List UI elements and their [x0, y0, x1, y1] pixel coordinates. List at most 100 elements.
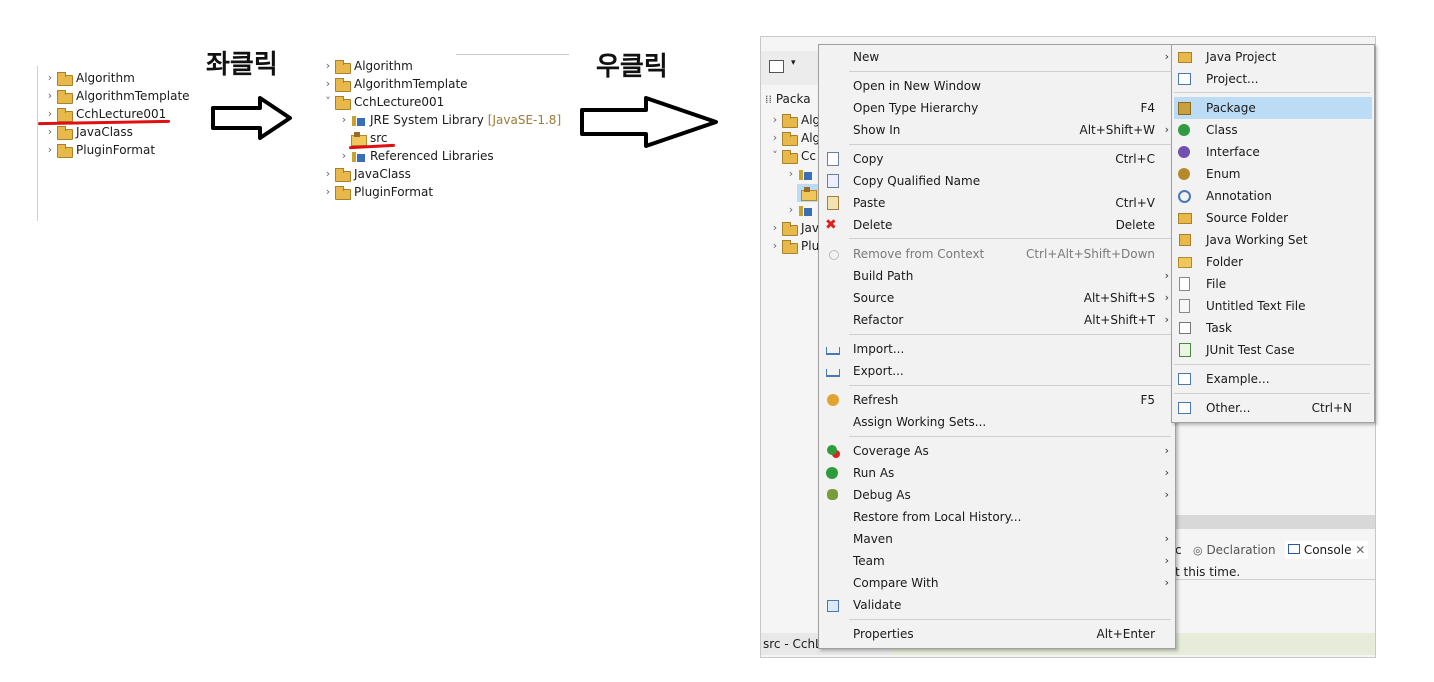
submenu-item-java-working-set[interactable]: Java Working Set	[1174, 229, 1372, 251]
class-icon	[1178, 124, 1190, 136]
submenu-item-package[interactable]: Package	[1174, 97, 1372, 119]
menu-item-properties[interactable]: Properties Alt+Enter	[819, 623, 1175, 645]
mid-tree-item-javaclass[interactable]: › JavaClass	[322, 165, 411, 183]
chevron-right-icon[interactable]: ›	[769, 237, 781, 255]
menu-item-copy[interactable]: Copy Ctrl+C	[819, 148, 1175, 170]
console-tab[interactable]: Console ✕	[1285, 541, 1369, 559]
eclipse-tree-item[interactable]: › Plu	[769, 237, 819, 255]
project-folder-icon	[56, 89, 73, 104]
panel-splitter[interactable]	[1175, 515, 1375, 529]
menu-item-source[interactable]: Source Alt+Shift+S ›	[819, 287, 1175, 309]
submenu-item-annotation[interactable]: Annotation	[1174, 185, 1372, 207]
left-tree-item-algorithm[interactable]: › Algorithm	[44, 69, 135, 87]
chevron-right-icon[interactable]: ›	[44, 69, 56, 87]
menu-item-open-type-hierarchy[interactable]: Open Type Hierarchy F4	[819, 97, 1175, 119]
menu-item-refactor[interactable]: Refactor Alt+Shift+T ›	[819, 309, 1175, 331]
menu-item-run-as[interactable]: Run As ›	[819, 462, 1175, 484]
menu-item-build-path[interactable]: Build Path ›	[819, 265, 1175, 287]
eclipse-tree-item[interactable]: › Alg	[769, 111, 820, 129]
delete-icon: ✖	[825, 217, 837, 233]
selected-src-item[interactable]	[797, 184, 819, 202]
declaration-tab[interactable]: ◎ Declaration	[1193, 541, 1276, 560]
menu-item-export[interactable]: Export...	[819, 360, 1175, 382]
chevron-right-icon[interactable]: ›	[338, 147, 350, 165]
dropdown-icon[interactable]: ▾	[791, 58, 796, 68]
menu-item-new[interactable]: New ›	[819, 46, 1175, 68]
chevron-right-icon[interactable]: ›	[44, 87, 56, 105]
menu-item-show-in[interactable]: Show In Alt+Shift+W ›	[819, 119, 1175, 141]
submenu-item-example[interactable]: Example...	[1174, 368, 1372, 390]
chevron-right-icon[interactable]: ›	[44, 123, 56, 141]
submenu-item-junit-test-case[interactable]: JUnit Test Case	[1174, 339, 1372, 361]
submenu-item-interface[interactable]: Interface	[1174, 141, 1372, 163]
chevron-down-icon[interactable]: ˅	[322, 93, 334, 111]
eclipse-tree-item[interactable]: › Jav	[769, 219, 819, 237]
new-wizard-icon[interactable]	[769, 60, 784, 73]
menu-item-open-new-window[interactable]: Open in New Window	[819, 75, 1175, 97]
validate-icon	[827, 600, 839, 612]
menu-item-label: Assign Working Sets...	[853, 415, 987, 429]
submenu-item-project[interactable]: Project...	[1174, 68, 1372, 90]
close-icon[interactable]: ✕	[1355, 543, 1365, 557]
chevron-right-icon[interactable]: ›	[44, 105, 56, 123]
submenu-item-java-project[interactable]: Java Project	[1174, 46, 1372, 68]
menu-item-refresh[interactable]: Refresh F5	[819, 389, 1175, 411]
menu-item-label: Restore from Local History...	[853, 510, 1022, 524]
submenu-item-file[interactable]: File	[1174, 273, 1372, 295]
eclipse-tree-item[interactable]: ›	[785, 201, 817, 219]
submenu-item-class[interactable]: Class	[1174, 119, 1372, 141]
chevron-right-icon[interactable]: ›	[785, 165, 797, 183]
submenu-arrow-icon: ›	[1164, 313, 1169, 326]
submenu-item-untitled-text-file[interactable]: Untitled Text File	[1174, 295, 1372, 317]
chevron-right-icon[interactable]: ›	[338, 111, 350, 129]
chevron-right-icon[interactable]: ›	[322, 165, 334, 183]
menu-item-coverage-as[interactable]: Coverage As ›	[819, 440, 1175, 462]
menu-item-compare-with[interactable]: Compare With ›	[819, 572, 1175, 594]
menu-item-paste[interactable]: Paste Ctrl+V	[819, 192, 1175, 214]
eclipse-tree-item[interactable]: ˅ Cc	[769, 147, 816, 165]
menu-item-shortcut: Alt+Shift+S	[1083, 291, 1155, 305]
left-tree-item-javaclass[interactable]: › JavaClass	[44, 123, 133, 141]
submenu-item-enum[interactable]: Enum	[1174, 163, 1372, 185]
chevron-right-icon[interactable]: ›	[322, 57, 334, 75]
menu-item-debug-as[interactable]: Debug As ›	[819, 484, 1175, 506]
mid-tree-item-pluginformat[interactable]: › PluginFormat	[322, 183, 433, 201]
eclipse-tree-item[interactable]: › Alg	[769, 129, 820, 147]
chevron-right-icon[interactable]: ›	[785, 201, 797, 219]
tree-item-label: JavaClass	[354, 167, 411, 181]
chevron-right-icon[interactable]: ›	[44, 141, 56, 159]
submenu-item-task[interactable]: Task	[1174, 317, 1372, 339]
left-tree-item-algorithm-template[interactable]: › AlgorithmTemplate	[44, 87, 190, 105]
file-icon	[1179, 277, 1190, 291]
menu-item-team[interactable]: Team ›	[819, 550, 1175, 572]
source-folder-icon	[800, 186, 817, 201]
chevron-right-icon[interactable]: ›	[769, 129, 781, 147]
mid-tree-item-algorithm[interactable]: › Algorithm	[322, 57, 413, 75]
chevron-down-icon[interactable]: ˅	[769, 147, 781, 165]
package-explorer-tab[interactable]: ⁞⁞ Packa	[765, 89, 811, 109]
menu-item-maven[interactable]: Maven ›	[819, 528, 1175, 550]
tree-item-label: CchLecture001	[354, 95, 445, 109]
menu-item-copy-qualified-name[interactable]: Copy Qualified Name	[819, 170, 1175, 192]
mid-tree-item-referenced-libraries[interactable]: › Referenced Libraries	[338, 147, 494, 165]
chevron-right-icon[interactable]: ›	[322, 75, 334, 93]
mid-tree-item-algorithm-template[interactable]: › AlgorithmTemplate	[322, 75, 468, 93]
menu-separator	[849, 619, 1171, 620]
chevron-right-icon[interactable]: ›	[769, 219, 781, 237]
submenu-item-other[interactable]: Other... Ctrl+N	[1174, 397, 1372, 419]
submenu-item-source-folder[interactable]: Source Folder	[1174, 207, 1372, 229]
mid-tree-item-jre-library[interactable]: › JRE System Library [JavaSE-1.8]	[338, 111, 561, 129]
menu-item-label: Interface	[1206, 145, 1260, 159]
menu-item-label: Project...	[1206, 72, 1259, 86]
menu-item-restore-local-history[interactable]: Restore from Local History...	[819, 506, 1175, 528]
submenu-item-folder[interactable]: Folder	[1174, 251, 1372, 273]
mid-tree-item-cchlecture001[interactable]: ˅ CchLecture001	[322, 93, 444, 111]
menu-item-validate[interactable]: Validate	[819, 594, 1175, 616]
menu-item-assign-working-sets[interactable]: Assign Working Sets...	[819, 411, 1175, 433]
eclipse-tree-item[interactable]: ›	[785, 165, 817, 183]
left-tree-item-pluginformat[interactable]: › PluginFormat	[44, 141, 155, 159]
menu-item-import[interactable]: Import...	[819, 338, 1175, 360]
chevron-right-icon[interactable]: ›	[769, 111, 781, 129]
menu-item-delete[interactable]: ✖ Delete Delete	[819, 214, 1175, 236]
chevron-right-icon[interactable]: ›	[322, 183, 334, 201]
